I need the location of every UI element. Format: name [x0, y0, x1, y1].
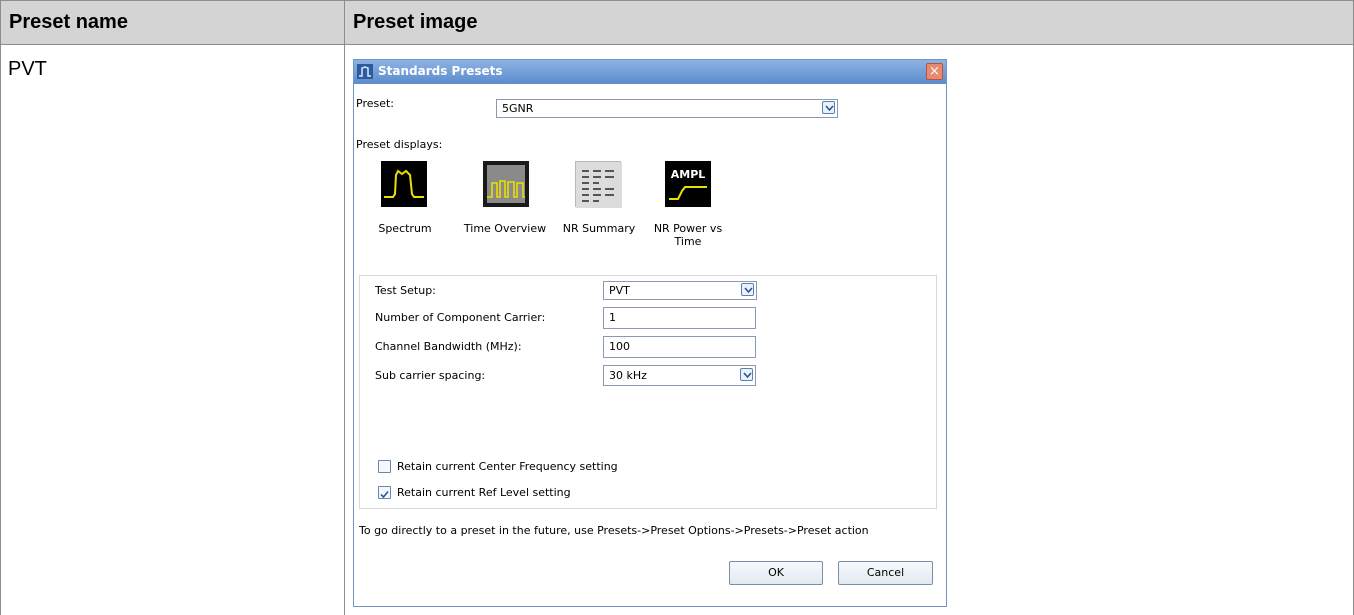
dialog-titlebar: Standards Presets ×	[354, 60, 946, 84]
spacing-select[interactable]: 30 kHz	[603, 365, 756, 386]
carriers-input[interactable]: 1	[603, 307, 756, 329]
ok-button[interactable]: OK	[729, 561, 823, 585]
test-setup-label: Test Setup:	[375, 284, 436, 297]
display-label: NR Power vs Time	[653, 222, 723, 248]
bandwidth-label: Channel Bandwidth (MHz):	[375, 340, 522, 353]
preset-name-cell: PVT	[8, 58, 47, 80]
preset-select-value: 5GNR	[502, 102, 534, 115]
nr-summary-icon	[575, 161, 622, 208]
preset-hint-text: To go directly to a preset in the future…	[359, 524, 869, 537]
nr-power-vs-time-icon: AMPL	[665, 161, 711, 207]
dialog-title: Standards Presets	[378, 64, 503, 78]
spectrum-icon	[381, 161, 427, 207]
preset-displays-panel: Spectrum Time Overview NR Summary AMPL N…	[359, 157, 934, 267]
preset-displays-label: Preset displays:	[356, 138, 443, 151]
standards-presets-dialog: Standards Presets × Preset: 5GNR Preset …	[353, 59, 947, 607]
table-border-left	[0, 0, 1, 615]
bandwidth-input[interactable]: 100	[603, 336, 756, 358]
test-settings-group: Test Setup: PVT Number of Component Carr…	[359, 275, 937, 509]
center-frequency-label: Retain current Center Frequency setting	[397, 460, 618, 473]
center-frequency-checkbox[interactable]	[378, 460, 391, 473]
table-column-divider	[344, 0, 345, 615]
close-icon: ×	[929, 64, 940, 79]
ref-level-label: Retain current Ref Level setting	[397, 486, 571, 499]
test-setup-value: PVT	[609, 284, 630, 297]
spacing-value: 30 kHz	[609, 369, 647, 382]
cancel-button[interactable]: Cancel	[838, 561, 933, 585]
ampl-icon-text: AMPL	[671, 168, 706, 181]
close-button[interactable]: ×	[926, 63, 943, 80]
table-header-row: Preset name Preset image	[0, 0, 1354, 45]
time-overview-icon	[483, 161, 529, 207]
ref-level-checkbox[interactable]	[378, 486, 391, 499]
preset-label: Preset:	[356, 97, 395, 110]
checkmark-icon	[380, 490, 389, 499]
header-preset-name: Preset name	[9, 11, 128, 33]
spacing-label: Sub carrier spacing:	[375, 369, 486, 382]
display-label: Time Overview	[463, 222, 547, 235]
chevron-down-icon[interactable]	[740, 368, 753, 381]
chevron-down-icon[interactable]	[741, 283, 754, 296]
display-label: NR Summary	[562, 222, 636, 235]
test-setup-select[interactable]: PVT	[603, 281, 757, 300]
header-preset-image: Preset image	[353, 11, 478, 33]
carriers-label: Number of Component Carrier:	[375, 311, 546, 324]
display-label: Spectrum	[378, 222, 432, 235]
chevron-down-icon[interactable]	[822, 101, 835, 114]
preset-select[interactable]: 5GNR	[496, 99, 838, 118]
presets-app-icon	[357, 64, 373, 79]
